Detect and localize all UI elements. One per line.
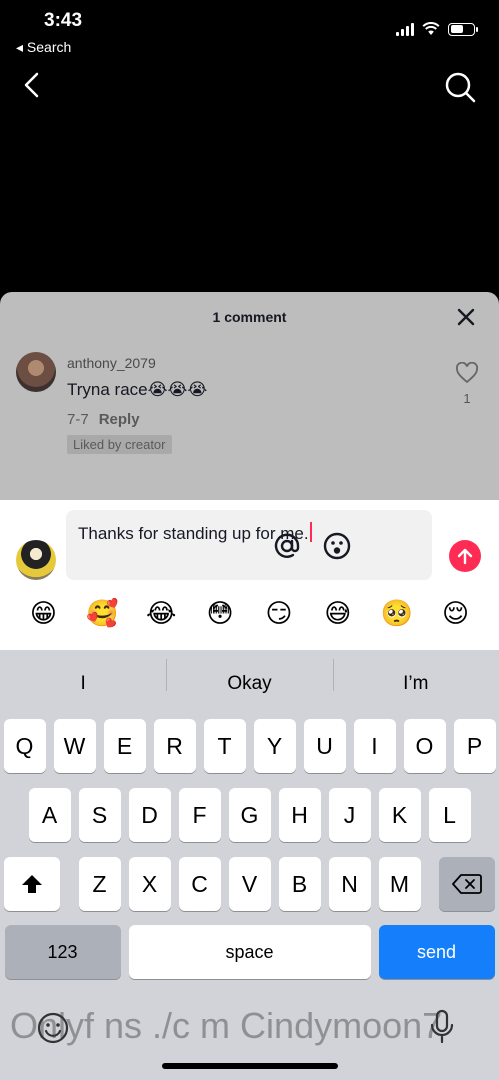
delete-key[interactable] [439, 857, 495, 911]
key[interactable]: M [378, 857, 421, 911]
key[interactable]: E [103, 719, 146, 773]
comment-meta: 7-7 Reply [67, 411, 140, 428]
key[interactable]: U [303, 719, 346, 773]
comments-count-title: 1 comment [212, 309, 287, 325]
key[interactable]: J [328, 788, 371, 842]
quick-emoji-row: 😁 🥰 😂 😳 😏 😅 🥺 😌 [0, 597, 499, 629]
key-row-3: Z X C V B N M [0, 857, 499, 911]
reply-button[interactable]: Reply [99, 411, 140, 428]
battery-icon [448, 22, 478, 36]
key[interactable]: F [178, 788, 221, 842]
mention-at-icon[interactable] [272, 531, 302, 561]
search-icon[interactable] [443, 70, 477, 104]
quick-emoji[interactable]: 😅 [320, 597, 356, 629]
home-indicator[interactable] [162, 1063, 338, 1069]
send-comment-button[interactable] [449, 540, 481, 572]
quick-emoji[interactable]: 🥺 [379, 597, 415, 629]
send-key[interactable]: send [378, 925, 495, 979]
close-icon[interactable] [455, 306, 477, 328]
key[interactable]: P [453, 719, 496, 773]
emoji-keyboard-icon[interactable] [36, 1011, 70, 1045]
quick-emoji[interactable]: 🥰 [84, 597, 120, 629]
back-chevron-icon[interactable] [18, 70, 48, 100]
status-icons [396, 22, 478, 36]
suggestion-item[interactable]: I’m [332, 659, 499, 695]
cellular-signal-icon [396, 22, 414, 36]
key[interactable]: B [278, 857, 321, 911]
key[interactable]: S [78, 788, 121, 842]
key[interactable]: A [28, 788, 71, 842]
status-bar: 3:43 ◂ Search [0, 0, 499, 64]
liked-by-creator-badge: Liked by creator [67, 435, 172, 454]
my-avatar [16, 540, 56, 580]
key[interactable]: G [228, 788, 271, 842]
key[interactable]: R [153, 719, 196, 773]
key[interactable]: N [328, 857, 371, 911]
watermark-text: Onlyf ns ./c m Cindymoon7 [10, 1005, 443, 1046]
keyboard: I Okay I’m Q W E R T Y U I O P A S D F G… [0, 650, 499, 1080]
keyboard-bottom-area: Onlyf ns ./c m Cindymoon7 [0, 995, 499, 1080]
key[interactable]: K [378, 788, 421, 842]
key-row-2: A S D F G H J K L [0, 788, 499, 842]
back-to-search-link[interactable]: ◂ Search [16, 39, 71, 56]
key[interactable]: T [203, 719, 246, 773]
key[interactable]: V [228, 857, 271, 911]
arrow-up-icon [457, 548, 473, 565]
key[interactable]: L [428, 788, 471, 842]
emoji-face-icon[interactable] [322, 531, 352, 561]
key-row-1: Q W E R T Y U I O P [0, 719, 499, 773]
microphone-icon[interactable] [429, 1009, 455, 1045]
key[interactable]: X [128, 857, 171, 911]
comment-composer: Thanks for standing up for me. 😁 🥰 😂 😳 😏… [0, 500, 499, 650]
status-time: 3:43 [44, 10, 83, 31]
predictive-suggestions: I Okay I’m [0, 650, 499, 718]
quick-emoji[interactable]: 😳 [202, 597, 238, 629]
like-button[interactable]: 1 [455, 361, 479, 406]
key[interactable]: I [353, 719, 396, 773]
shift-key[interactable] [4, 857, 60, 911]
text-caret [309, 522, 312, 542]
key[interactable]: D [128, 788, 171, 842]
key[interactable]: Y [253, 719, 296, 773]
suggestion-item[interactable]: I [0, 673, 166, 695]
quick-emoji[interactable]: 😂 [143, 597, 179, 629]
heart-icon [455, 361, 479, 384]
backspace-icon [452, 874, 482, 894]
key[interactable]: H [278, 788, 321, 842]
quick-emoji[interactable]: 😏 [261, 597, 297, 629]
key-row-4: 123 space send [0, 925, 499, 979]
quick-emoji[interactable]: 😁 [25, 597, 61, 629]
key[interactable]: Q [3, 719, 46, 773]
key[interactable]: O [403, 719, 446, 773]
comment-date: 7-7 [67, 411, 89, 428]
space-key[interactable]: space [128, 925, 371, 979]
wifi-icon [422, 22, 440, 35]
comment-input[interactable]: Thanks for standing up for me. [66, 510, 432, 580]
like-count: 1 [463, 391, 471, 406]
key[interactable]: W [53, 719, 96, 773]
suggestion-item[interactable]: Okay [166, 659, 332, 695]
comment-username[interactable]: anthony_2079 [67, 355, 156, 371]
comment-text: Tryna race😭😭😭 [67, 380, 208, 399]
numbers-key[interactable]: 123 [4, 925, 121, 979]
quick-emoji[interactable]: 😌 [438, 597, 474, 629]
shift-arrow-icon [22, 875, 42, 893]
comments-sheet: 1 comment anthony_2079 Tryna race😭😭😭 7-7… [0, 292, 499, 500]
commenter-avatar[interactable] [16, 352, 56, 392]
key[interactable]: C [178, 857, 221, 911]
key[interactable]: Z [78, 857, 121, 911]
